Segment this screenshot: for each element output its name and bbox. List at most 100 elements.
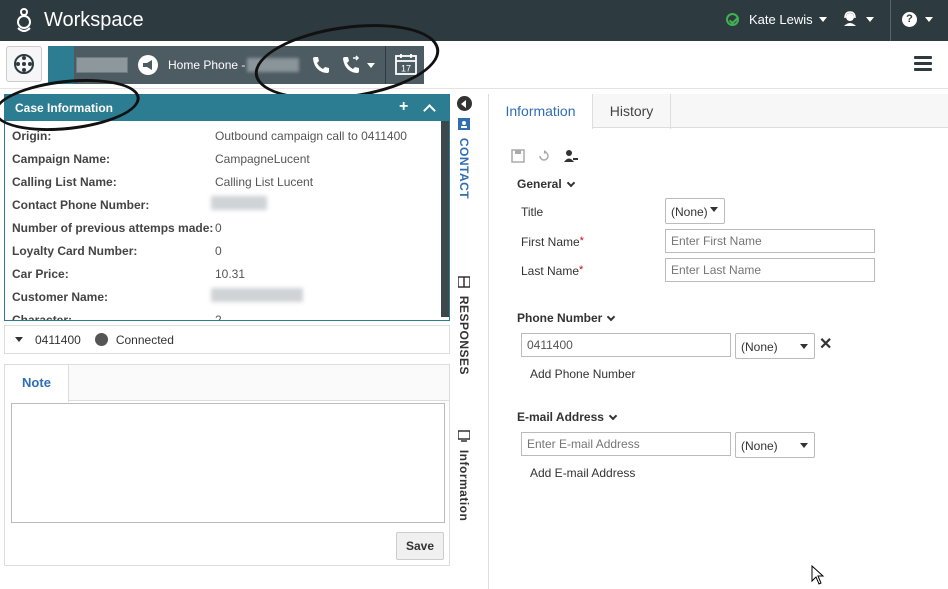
- first-name-label: First Name*: [521, 235, 584, 249]
- case-data-value: 10.31: [215, 267, 246, 281]
- phone-section-toggle[interactable]: Phone Number: [517, 311, 616, 325]
- redacted-party: [76, 57, 128, 73]
- case-data-value: 0: [215, 244, 222, 258]
- side-tab-contact[interactable]: CONTACT: [457, 118, 471, 199]
- email-type-select[interactable]: (None): [735, 432, 815, 458]
- chevron-down-icon: [710, 207, 718, 212]
- phone-icon: [313, 57, 330, 73]
- redacted-value: [211, 196, 267, 210]
- general-section-title: General: [517, 177, 562, 191]
- monitor-icon: [458, 430, 470, 442]
- email-section-toggle[interactable]: E-mail Address: [517, 410, 618, 424]
- case-data-value: 2: [215, 313, 222, 321]
- save-disk-icon[interactable]: [511, 149, 525, 163]
- case-data-label: Contact Phone Number:: [12, 198, 150, 212]
- contact-actions: [511, 148, 579, 164]
- email-type-value: (None): [741, 439, 778, 453]
- chevron-down-icon: [566, 178, 575, 187]
- toolbar: Home Phone - 17: [0, 41, 948, 89]
- side-tab-information[interactable]: Information: [457, 430, 471, 521]
- phone-type-select[interactable]: (None): [735, 333, 815, 359]
- connected-number: 0411400: [35, 332, 81, 347]
- agent-headset-icon: [844, 11, 856, 26]
- add-phone-number-link[interactable]: Add Phone Number: [530, 367, 635, 381]
- contact-card-icon: [458, 118, 470, 130]
- case-data-row: Calling List Name: Calling List Lucent: [5, 167, 449, 190]
- gadgets-button[interactable]: [6, 46, 42, 82]
- case-data-row: Contact Phone Number:: [5, 190, 449, 213]
- interaction-accent: [48, 46, 74, 84]
- chevron-down-icon: [367, 62, 376, 68]
- call-interaction-bar: Home Phone - 17: [74, 46, 424, 84]
- ready-check-icon: [726, 13, 739, 26]
- main-menu-button[interactable]: [914, 56, 932, 72]
- transfer-menu-button[interactable]: [341, 55, 376, 75]
- case-data-row: Number of previous attemps made: 0: [5, 213, 449, 236]
- contact-assign-icon[interactable]: [563, 148, 579, 164]
- tab-note[interactable]: Note: [5, 365, 69, 402]
- chevron-down-icon: [607, 312, 616, 321]
- save-note-button[interactable]: Save: [396, 532, 444, 560]
- divider: [890, 0, 891, 41]
- phone-type-value: (None): [741, 340, 778, 354]
- call-label: Home Phone -: [168, 58, 246, 72]
- case-scrollbar[interactable]: [441, 121, 449, 317]
- first-name-field[interactable]: [665, 229, 875, 253]
- case-data-label: Origin:: [12, 129, 52, 143]
- chevron-down-icon: [800, 344, 808, 349]
- connection-status: Connected: [115, 332, 174, 347]
- collapse-chevron-up-icon[interactable]: [423, 104, 436, 117]
- last-name-field[interactable]: [665, 258, 875, 282]
- case-data-label: Car Price:: [12, 267, 69, 281]
- collapse-left-icon[interactable]: [457, 96, 472, 111]
- add-case-data-button[interactable]: +: [399, 98, 408, 116]
- case-data-row: Car Price: 10.31: [5, 259, 449, 282]
- tab-history[interactable]: History: [593, 94, 671, 129]
- case-data-row: Customer Name:: [5, 282, 449, 305]
- calendar-icon: 17: [395, 53, 418, 75]
- interaction-status-row[interactable]: 0411400 Connected: [4, 325, 450, 354]
- note-textarea[interactable]: [11, 403, 445, 523]
- svg-text:17: 17: [401, 63, 411, 73]
- help-icon: ?: [902, 12, 917, 27]
- book-icon: [458, 276, 470, 288]
- side-tab-responses[interactable]: RESPONSES: [457, 276, 471, 375]
- email-field[interactable]: [521, 432, 731, 456]
- case-data-value: CampagneLucent: [215, 152, 310, 166]
- help-menu[interactable]: ?: [902, 12, 933, 27]
- add-email-address-link[interactable]: Add E-mail Address: [530, 466, 635, 480]
- app-title: Workspace: [44, 9, 144, 31]
- top-bar: Workspace Kate Lewis ?: [0, 0, 948, 41]
- redacted-value: [211, 288, 303, 302]
- hang-up-button[interactable]: [311, 55, 331, 75]
- chevron-down-icon: [925, 17, 933, 22]
- case-data-label: Number of previous attemps made:: [12, 221, 214, 235]
- case-data-row: Origin: Outbound campaign call to 0411400: [5, 121, 449, 144]
- user-status-menu[interactable]: Kate Lewis: [726, 12, 827, 27]
- note-tabbar: Note: [5, 365, 449, 402]
- last-name-label-text: Last Name: [521, 264, 580, 278]
- user-name: Kate Lewis: [749, 12, 813, 27]
- case-data-row: Loyalty Card Number: 0: [5, 236, 449, 259]
- call-status-icon: [94, 333, 108, 346]
- general-section-toggle[interactable]: General: [517, 177, 575, 191]
- case-information-header: Case Information +: [5, 95, 449, 121]
- note-panel: Note Save: [4, 364, 450, 566]
- remove-phone-button[interactable]: ✕: [819, 334, 832, 354]
- title-select[interactable]: (None): [665, 198, 725, 224]
- case-information-panel: Case Information + Origin: Outbound campa…: [4, 94, 450, 321]
- case-data-label: Campaign Name:: [12, 152, 111, 166]
- phone-section-title: Phone Number: [517, 311, 603, 325]
- phone-number-field[interactable]: [521, 333, 731, 357]
- reset-icon[interactable]: [537, 149, 551, 163]
- case-data-label: Customer Name:: [12, 290, 109, 304]
- title-label: Title: [521, 205, 544, 219]
- schedule-callback-button[interactable]: 17: [394, 53, 418, 78]
- side-tab-information-label: Information: [457, 449, 471, 522]
- chevron-down-icon: [608, 411, 618, 420]
- agent-menu[interactable]: [842, 11, 874, 27]
- tab-information[interactable]: Information: [489, 94, 593, 129]
- case-data-label: Loyalty Card Number:: [12, 244, 138, 258]
- side-tab-column: CONTACT RESPONSES Information: [453, 94, 475, 574]
- case-data-row: Character: 2: [5, 305, 449, 321]
